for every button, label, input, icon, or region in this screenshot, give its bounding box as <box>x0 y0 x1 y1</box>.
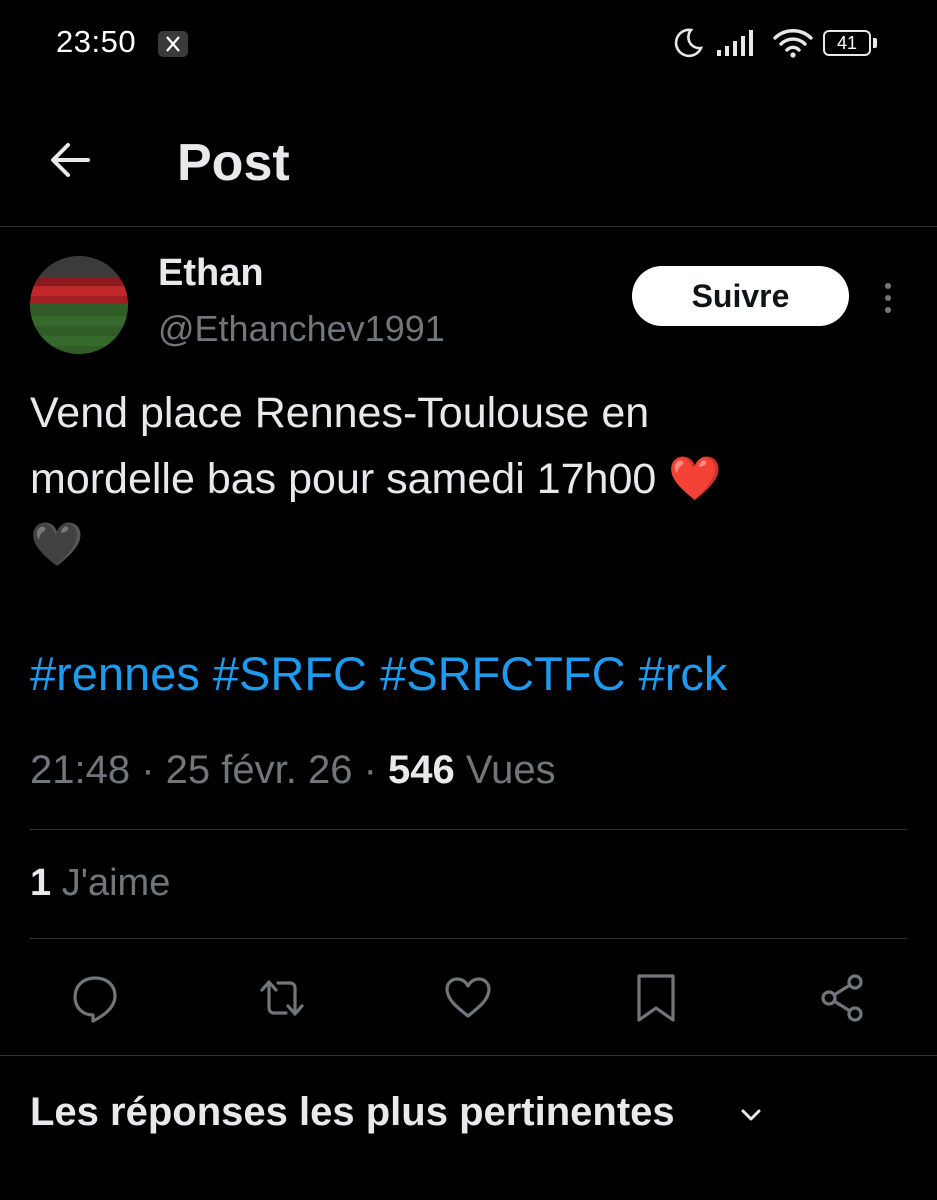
like-icon[interactable] <box>440 970 496 1026</box>
likes-label: J'aime <box>61 862 171 904</box>
x-app-icon <box>158 31 188 57</box>
replies-sort-dropdown[interactable]: Les réponses les plus pertinentes <box>30 1090 675 1135</box>
header-divider <box>0 226 937 227</box>
status-bar: 23:50 41 <box>0 0 937 90</box>
tweet-time[interactable]: 21:48 <box>30 748 130 792</box>
chevron-down-icon[interactable] <box>736 1100 766 1130</box>
views-label: Vues <box>465 748 556 792</box>
share-icon[interactable] <box>815 970 871 1026</box>
stadium-image <box>30 256 128 354</box>
follow-button[interactable]: Suivre <box>632 266 849 326</box>
signal-icon <box>717 30 753 56</box>
post-page: 23:50 41 Post Ethan @Ethanchev1991 Suivr… <box>0 0 937 1200</box>
vertical-dots-icon[interactable] <box>878 280 898 316</box>
tweet-date[interactable]: 25 févr. 26 <box>166 748 353 792</box>
page-title: Post <box>177 134 290 192</box>
moon-icon <box>674 28 704 58</box>
retweet-icon[interactable] <box>254 970 310 1026</box>
tweet-meta: 21:48 · 25 févr. 26 · 546 Vues <box>30 748 556 793</box>
action-bar <box>0 970 937 1030</box>
reply-icon[interactable] <box>67 970 123 1026</box>
tweet-text-line: 🖤 <box>30 521 84 569</box>
battery-level: 41 <box>836 33 858 53</box>
likes-link[interactable]: 1 J'aime <box>30 862 170 905</box>
hashtag-link[interactable]: #rck <box>639 647 728 700</box>
wifi-icon <box>773 29 813 58</box>
hashtags: #rennes #SRFC #SRFCTFC #rck <box>30 646 727 701</box>
status-icons: 41 <box>671 26 881 60</box>
hashtag-link[interactable]: #rennes <box>30 647 200 700</box>
battery-icon: 41 <box>823 30 877 56</box>
tweet-text: Vend place Rennes-Toulouse en mordelle b… <box>30 380 910 578</box>
hashtag-link[interactable]: #SRFC <box>213 647 367 700</box>
avatar[interactable] <box>30 256 128 354</box>
meta-divider <box>30 829 907 830</box>
likes-count: 1 <box>30 862 52 904</box>
author-name[interactable]: Ethan <box>158 252 264 295</box>
header: Post <box>0 100 937 226</box>
meta-separator: · <box>130 748 166 792</box>
arrow-left-icon[interactable] <box>46 136 94 184</box>
tweet-text-line: mordelle bas pour samedi 17h00 ❤️ <box>30 455 722 503</box>
status-time: 23:50 <box>56 24 137 59</box>
actions-divider <box>0 1055 937 1056</box>
tweet-text-line: Vend place Rennes-Toulouse en <box>30 389 650 437</box>
author-handle[interactable]: @Ethanchev1991 <box>158 308 445 350</box>
meta-separator: · <box>352 748 388 792</box>
hashtag-link[interactable]: #SRFCTFC <box>380 647 625 700</box>
views-count: 546 <box>388 748 455 792</box>
likes-divider <box>30 938 907 939</box>
bookmark-icon[interactable] <box>628 970 684 1026</box>
